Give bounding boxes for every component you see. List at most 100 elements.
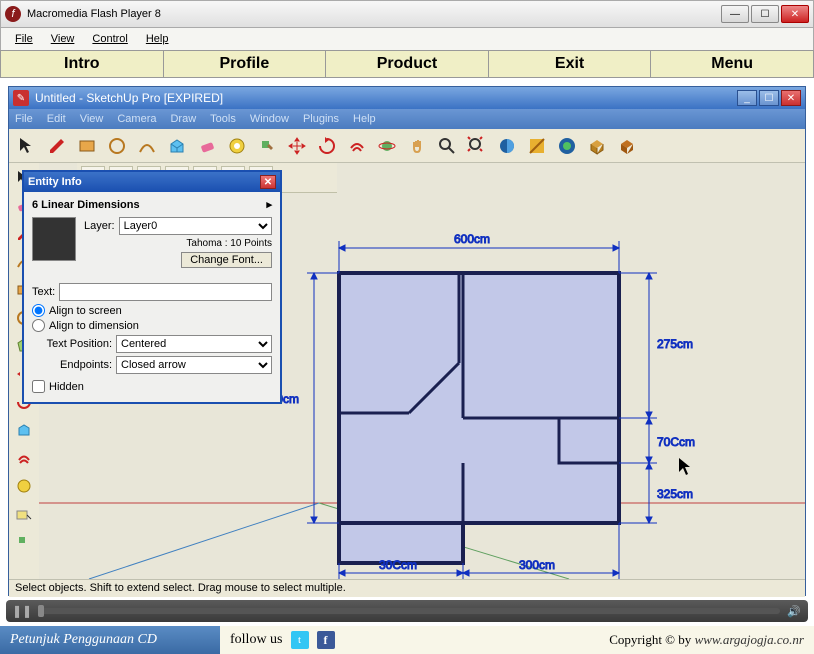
su-menu-help[interactable]: Help: [353, 113, 376, 125]
tool-move-icon[interactable]: [283, 132, 311, 160]
tool-orbit-icon[interactable]: [373, 132, 401, 160]
ltool-tape-icon[interactable]: [11, 473, 37, 499]
sketchup-menubar: File Edit View Camera Draw Tools Window …: [9, 109, 805, 129]
entity-title: Entity Info: [28, 176, 260, 188]
su-menu-view[interactable]: View: [80, 113, 104, 125]
hidden-label: Hidden: [49, 381, 84, 393]
tool-zoomextents-icon[interactable]: [463, 132, 491, 160]
entity-color-swatch[interactable]: [32, 217, 76, 261]
tool-pencil-icon[interactable]: [43, 132, 71, 160]
entity-titlebar[interactable]: Entity Info ✕: [24, 172, 280, 192]
ltool-text-icon[interactable]: [11, 501, 37, 527]
media-knob[interactable]: [38, 605, 44, 617]
tool-layers-icon[interactable]: [553, 132, 581, 160]
tool-zoom-icon[interactable]: [433, 132, 461, 160]
dim-right3-label: 325cm: [657, 487, 693, 501]
sketchup-maximize-button[interactable]: ☐: [759, 90, 779, 106]
ltool-offset-icon[interactable]: [11, 445, 37, 471]
tool-rotate-icon[interactable]: [313, 132, 341, 160]
cd-guide-button[interactable]: Petunjuk Penggunaan CD: [0, 626, 220, 654]
cursor-icon: [679, 458, 690, 475]
outer-close-button[interactable]: ✕: [781, 5, 809, 23]
nav-menu[interactable]: Menu: [651, 51, 813, 77]
outer-minimize-button[interactable]: —: [721, 5, 749, 23]
ltool-paint-icon[interactable]: [11, 529, 37, 555]
follow-us: follow us t f: [220, 631, 420, 649]
dim-bottom1-label: 30Ccm: [379, 558, 417, 572]
su-menu-camera[interactable]: Camera: [117, 113, 156, 125]
copy-link[interactable]: www.argajogja.co.nr: [695, 632, 804, 647]
twitter-icon[interactable]: t: [291, 631, 309, 649]
flash-player-icon: f: [5, 6, 21, 22]
sketchup-close-button[interactable]: ✕: [781, 90, 801, 106]
tool-select-icon[interactable]: [13, 132, 41, 160]
follow-label: follow us: [230, 632, 283, 648]
outer-menu-file[interactable]: File: [7, 31, 41, 47]
entity-headline: 6 Linear Dimensions: [32, 199, 140, 211]
top-nav: Intro Profile Product Exit Menu: [0, 50, 814, 78]
text-position-select[interactable]: Centered: [116, 335, 272, 353]
volume-icon[interactable]: 🔊: [786, 603, 802, 619]
text-input[interactable]: [59, 283, 272, 301]
media-track[interactable]: [38, 608, 780, 614]
sketchup-statusbar: Select objects. Shift to extend select. …: [9, 579, 805, 597]
tool-circle-icon[interactable]: [103, 132, 131, 160]
tool-paint-icon[interactable]: [253, 132, 281, 160]
tool-arc-icon[interactable]: [133, 132, 161, 160]
hidden-checkbox[interactable]: [32, 380, 45, 393]
tool-styles-icon[interactable]: [523, 132, 551, 160]
dim-bottom2-label: 300cm: [519, 558, 555, 572]
tool-shadows-icon[interactable]: [493, 132, 521, 160]
tool-tape-icon[interactable]: [223, 132, 251, 160]
entity-menu-icon[interactable]: ▸: [266, 198, 272, 211]
ltool-pushpull-icon[interactable]: [11, 417, 37, 443]
change-font-button[interactable]: Change Font...: [181, 252, 272, 268]
layer-select[interactable]: Layer0: [119, 217, 272, 235]
tool-pushpull-icon[interactable]: [163, 132, 191, 160]
media-bar: ❚❚ 🔊: [6, 600, 808, 622]
pause-icon[interactable]: ❚❚: [12, 604, 32, 618]
align-screen-radio[interactable]: [32, 304, 45, 317]
outer-maximize-button[interactable]: ☐: [751, 5, 779, 23]
su-menu-file[interactable]: File: [15, 113, 33, 125]
outer-menu-control[interactable]: Control: [84, 31, 135, 47]
tool-offset-icon[interactable]: [343, 132, 371, 160]
dim-right1-label: 275cm: [657, 337, 693, 351]
outer-window-titlebar: f Macromedia Flash Player 8 — ☐ ✕: [0, 0, 814, 28]
outer-menu-view[interactable]: View: [43, 31, 83, 47]
outer-menu-help[interactable]: Help: [138, 31, 177, 47]
outer-menubar: File View Control Help: [0, 28, 814, 50]
nav-profile[interactable]: Profile: [164, 51, 327, 77]
endpoints-select[interactable]: Closed arrow: [116, 356, 272, 374]
facebook-icon[interactable]: f: [317, 631, 335, 649]
entity-info-panel[interactable]: Entity Info ✕ 6 Linear Dimensions ▸ Laye…: [22, 170, 282, 404]
sketchup-title: Untitled - SketchUp Pro [EXPIRED]: [35, 91, 737, 105]
text-label: Text:: [32, 286, 55, 298]
footer: Petunjuk Penggunaan CD follow us t f Cop…: [0, 626, 814, 654]
tool-component-icon[interactable]: [583, 132, 611, 160]
sketchup-minimize-button[interactable]: _: [737, 90, 757, 106]
copyright: Copyright © by www.argajogja.co.nr: [420, 632, 814, 648]
outer-title: Macromedia Flash Player 8: [27, 8, 721, 20]
sketchup-titlebar[interactable]: ✎ Untitled - SketchUp Pro [EXPIRED] _ ☐ …: [9, 87, 805, 109]
su-menu-draw[interactable]: Draw: [170, 113, 196, 125]
dim-right2-label: 70Ccm: [657, 435, 695, 449]
nav-intro[interactable]: Intro: [1, 51, 164, 77]
align-dimension-radio[interactable]: [32, 319, 45, 332]
entity-close-icon[interactable]: ✕: [260, 175, 276, 189]
su-menu-tools[interactable]: Tools: [210, 113, 236, 125]
align-dimension-label: Align to dimension: [49, 320, 139, 332]
status-text: Select objects. Shift to extend select. …: [15, 582, 346, 594]
su-menu-plugins[interactable]: Plugins: [303, 113, 339, 125]
su-menu-edit[interactable]: Edit: [47, 113, 66, 125]
endpoints-label: Endpoints:: [32, 359, 112, 371]
su-menu-window[interactable]: Window: [250, 113, 289, 125]
tool-pan-icon[interactable]: [403, 132, 431, 160]
layer-label: Layer:: [84, 220, 115, 232]
sketchup-toolbar: [9, 129, 805, 163]
tool-rectangle-icon[interactable]: [73, 132, 101, 160]
tool-eraser-icon[interactable]: [193, 132, 221, 160]
nav-exit[interactable]: Exit: [489, 51, 652, 77]
nav-product[interactable]: Product: [326, 51, 489, 77]
tool-warehouse-icon[interactable]: [613, 132, 641, 160]
